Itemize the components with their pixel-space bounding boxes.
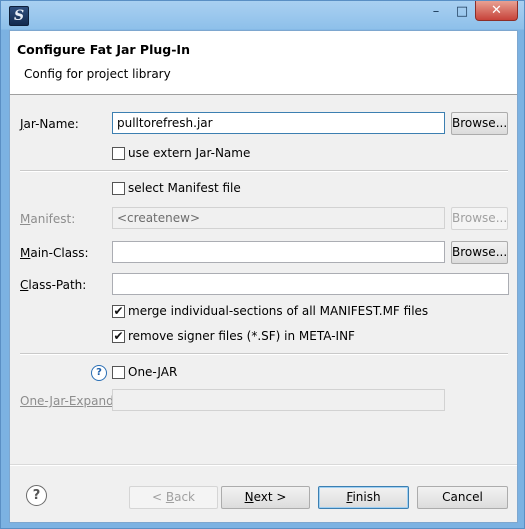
dialog-window: S – □ ✕ Configure Fat Jar Plug-In Config… [0, 0, 525, 529]
help-icon[interactable]: ? [26, 485, 47, 506]
jar-name-label-text: ar-Name: [23, 117, 79, 131]
jar-name-browse-button[interactable]: Browse... [451, 112, 508, 135]
close-button[interactable]: ✕ [475, 1, 518, 21]
minimize-button[interactable]: – [423, 2, 449, 22]
main-class-input[interactable] [112, 241, 445, 263]
class-path-input[interactable] [112, 273, 509, 295]
select-manifest-checkbox[interactable] [112, 182, 125, 195]
jar-name-input[interactable]: pulltorefresh.jar [112, 112, 445, 134]
select-manifest-label[interactable]: select Manifest file [128, 181, 241, 195]
jar-name-label: Jar-Name: [20, 117, 79, 131]
finish-post: inish [352, 490, 381, 504]
merge-sections-checkbox[interactable]: ✔ [112, 305, 125, 318]
footer-separator [10, 464, 517, 466]
one-jar-checkbox[interactable] [112, 366, 125, 379]
dialog-body: Configure Fat Jar Plug-In Config for pro… [9, 30, 518, 523]
class-path-label: Class-Path: [20, 278, 86, 292]
wizard-header: Configure Fat Jar Plug-In Config for pro… [10, 31, 517, 95]
manifest-label-text: anifest: [30, 212, 76, 226]
next-button[interactable]: Next > [221, 486, 310, 509]
one-jar-help-icon[interactable]: ? [91, 365, 107, 381]
back-button: < Back [129, 486, 218, 509]
one-jar-expand-input [112, 389, 445, 411]
remove-signer-checkbox[interactable]: ✔ [112, 330, 125, 343]
use-extern-label[interactable]: use extern Jar-Name [128, 146, 250, 160]
manifest-label: Manifest: [20, 212, 75, 226]
one-jar-expand-label: One-Jar-Expand: [20, 394, 118, 408]
manifest-mnemonic: M [20, 212, 31, 226]
back-post: ack [174, 490, 195, 504]
finish-button[interactable]: Finish [318, 486, 409, 509]
back-pre: < [151, 490, 166, 504]
maximize-button[interactable]: □ [449, 2, 475, 22]
remove-signer-check-mark: ✔ [113, 329, 124, 343]
app-icon: S [9, 6, 29, 26]
remove-signer-label[interactable]: remove signer files (*.SF) in META-INF [128, 329, 355, 343]
manifest-browse-button: Browse... [451, 207, 508, 230]
merge-sections-label[interactable]: merge individual-sections of all MANIFES… [128, 304, 428, 318]
manifest-input: <createnew> [112, 207, 445, 229]
main-class-mnemonic: M [20, 246, 31, 260]
merge-check-mark: ✔ [113, 304, 124, 318]
main-class-label-text: ain-Class: [30, 246, 89, 260]
separator-1 [20, 170, 508, 172]
cancel-button[interactable]: Cancel [417, 486, 508, 509]
next-mnemonic: N [244, 490, 254, 504]
page-subtitle: Config for project library [24, 67, 171, 81]
one-jar-label[interactable]: One-JAR [128, 365, 177, 379]
main-class-label: Main-Class: [20, 246, 89, 260]
class-path-label-text: lass-Path: [28, 278, 87, 292]
next-post: ext > [253, 490, 287, 504]
page-title: Configure Fat Jar Plug-In [17, 42, 190, 57]
title-bar[interactable]: S – □ ✕ [1, 1, 524, 29]
main-class-browse-button[interactable]: Browse... [451, 241, 508, 264]
back-mnemonic: B [165, 490, 175, 504]
separator-2 [20, 353, 508, 355]
use-extern-checkbox[interactable] [112, 147, 125, 160]
